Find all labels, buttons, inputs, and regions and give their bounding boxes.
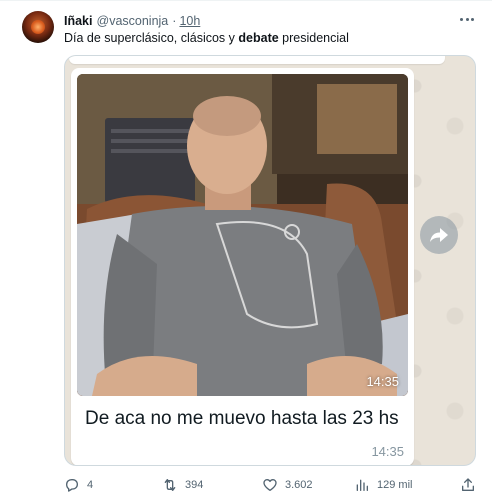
heart-icon (263, 479, 277, 491)
chat-bubble: 14:35 De aca no me muevo hasta las 23 hs… (71, 68, 414, 465)
user-handle[interactable]: @vasconinja (97, 14, 169, 28)
retweet-icon (164, 479, 176, 491)
retweet-button[interactable]: 394 (162, 476, 203, 494)
retweet-count: 394 (185, 479, 204, 491)
tweet-text: Día de superclásico, clásicos y debate p… (64, 31, 349, 45)
previous-chat-bubble (69, 56, 445, 64)
reply-icon (66, 479, 78, 492)
chat-photo: 14:35 (77, 74, 408, 396)
tweet-timestamp[interactable]: 10h (179, 14, 200, 28)
like-button[interactable]: 3.602 (262, 476, 313, 494)
share-button[interactable] (460, 476, 476, 494)
share-icon (462, 478, 474, 491)
tweet-text-part: Día de superclásico, clásicos y (64, 31, 239, 45)
tweet[interactable]: Iñaki @vasconinja · 10h Día de superclás… (0, 0, 492, 499)
photo-timestamp: 14:35 (366, 374, 399, 389)
photo-illustration (77, 74, 408, 396)
like-count: 3.602 (285, 479, 313, 491)
tweet-text-bold: debate (238, 31, 279, 45)
chat-message-text: De aca no me muevo hasta las 23 hs (85, 408, 399, 429)
tweet-text-part: presidencial (278, 31, 349, 45)
tweet-header: Iñaki @vasconinja · 10h (64, 13, 200, 29)
more-horizontal-icon[interactable] (460, 12, 474, 26)
views-button[interactable]: 129 mil (354, 476, 412, 494)
reply-count: 4 (87, 479, 94, 491)
avatar[interactable] (22, 11, 54, 43)
chat-message-timestamp: 14:35 (371, 444, 404, 459)
separator-dot: · (172, 14, 177, 28)
reply-button[interactable]: 4 (64, 476, 93, 494)
display-name[interactable]: Iñaki (64, 14, 93, 28)
tweet-media-image[interactable]: 14:35 De aca no me muevo hasta las 23 hs… (64, 55, 476, 466)
forward-arrow-icon[interactable] (420, 216, 458, 254)
tweet-actions: 4 394 3.602 129 mil (64, 476, 476, 494)
views-chart-icon (356, 479, 368, 491)
views-count: 129 mil (377, 479, 413, 491)
